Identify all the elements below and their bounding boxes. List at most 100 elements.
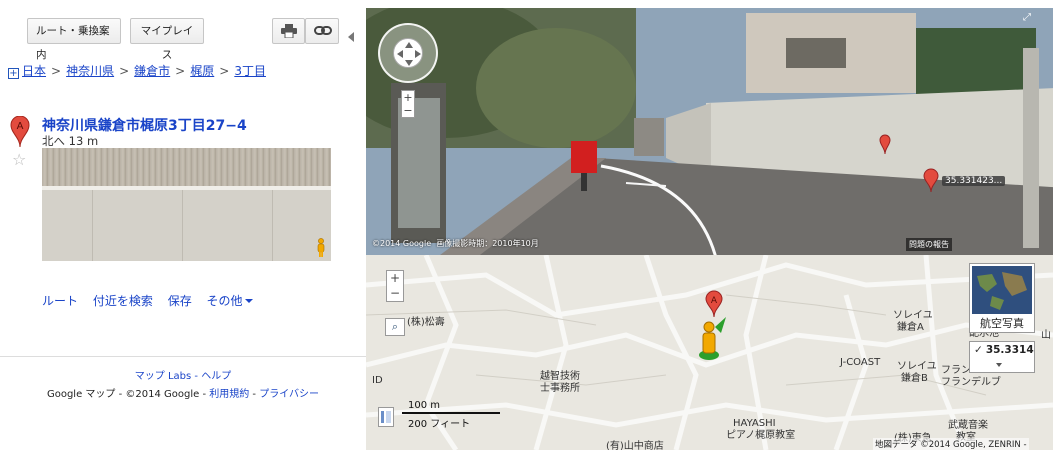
thumbnail-wall [42,190,331,261]
left-panel: ルート・乗換案内 マイプレイス + 日本 > 神奈川県 > 鎌倉市 > 梶原 >3丁目 [0,0,366,450]
scale-bar [402,412,500,414]
check-icon: ✓ [974,344,983,356]
thumbnail-seam [92,190,93,261]
coordinate-dropdown[interactable]: ✓ 35.3314 [969,341,1035,373]
street-view-zoom-control[interactable]: + − [401,90,415,118]
place-title[interactable]: 神奈川県鎌倉市梶原3丁目27−4 [42,115,247,135]
marker-a-icon[interactable]: A [10,116,30,148]
map-label-ya: 山 [1041,330,1051,341]
breadcrumb-3chome[interactable]: 3丁目 [234,64,266,78]
thumbnail-seam [182,190,183,261]
footer-copyright: Google マップ - ©2014 Google - 利用規約 - プライバシ… [0,385,366,400]
map-label-ochi-1: 越智技術 [540,371,580,382]
panel-toggle-graphic [381,411,391,423]
heading-distance: 北へ 13 m [42,134,99,148]
breadcrumb-separator: > [219,64,230,78]
map-label-hayashi-2: ピアノ梶原教室 [726,430,796,441]
print-button[interactable] [272,18,305,44]
toolbar: ルート・乗換案内 マイプレイス [0,8,366,61]
map-label-soleil-a-2: 鎌倉A [897,322,924,333]
breadcrumb-separator: > [119,64,130,78]
footer-dash: - [199,389,210,400]
thumbnail-wall-top [42,148,331,186]
breadcrumb-kajiwara[interactable]: 梶原 [190,64,214,78]
map-panel[interactable]: A + − ⌕ (株)松壽 ID 越智技術 士事務所 HAYASHI ピアノ梶原… [366,255,1053,450]
route-link[interactable]: ルート [42,294,78,308]
more-label: その他 [206,294,243,308]
zoom-out-button[interactable]: − [387,286,403,301]
panel-toggle-icon[interactable] [378,407,394,427]
map-zoom-control[interactable]: + − [386,270,404,302]
map-label-bottom: (有)山中商店 [606,441,664,450]
report-problem-link[interactable]: 問題の報告 [906,238,952,251]
printer-icon [281,24,297,39]
map-label-id: ID [372,375,383,386]
map-label-fran-2: フランデルブ [941,377,1001,388]
map-marker-letter: A [711,296,718,306]
footer-separator: - [191,371,202,382]
map-label-soleil-b-1: ソレイユ [897,361,937,372]
chevron-down-icon [244,299,253,303]
footer-links: マップ Labs - ヘルプ [0,367,366,382]
map-label-jcoast: J-COAST [840,357,881,368]
nearby-search-link[interactable]: 付近を検索 [93,294,153,308]
footer-dash: - [115,389,126,400]
street-view-panel[interactable]: + − ⤢ ©2014 Google 画像撮影時期：2010年10月 問題の報告 … [366,8,1053,255]
pegman-icon[interactable] [316,238,326,258]
privacy-link[interactable]: プライバシー [259,389,319,400]
breadcrumb-kanagawa[interactable]: 神奈川県 [66,64,114,78]
map-label-soleil-b-2: 鎌倉B [901,373,928,384]
map-copyright: 地図データ ©2014 Google, ZENRIN - [873,438,1029,450]
expand-icon[interactable]: ⤢ [1023,12,1043,24]
star-icon[interactable]: ☆ [12,150,26,169]
footer-dash: - [249,389,260,400]
street-view-navigation-control[interactable] [378,23,438,83]
route-transit-button[interactable]: ルート・乗換案内 [27,18,121,61]
breadcrumb-kamakura[interactable]: 鎌倉市 [134,64,170,78]
breadcrumb: + 日本 > 神奈川県 > 鎌倉市 > 梶原 >3丁目 [8,62,266,79]
satellite-label: 航空写真 [980,317,1024,330]
expand-plus-icon[interactable]: + [8,68,19,79]
zoom-in-button[interactable]: + [387,271,403,286]
place-actions: ルート 付近を検索 保存 その他 [42,292,264,309]
google-maps-app: ルート・乗換案内 マイプレイス + 日本 > 神奈川県 > 鎌倉市 > 梶原 >3丁目 [0,0,1053,450]
street-view-copyright: ©2014 Google 画像撮影時期：2010年10月 [372,238,539,249]
satellite-toggle[interactable]: 航空写真 [969,263,1035,333]
breadcrumb-separator: > [175,64,186,78]
more-dropdown[interactable]: その他 [207,294,253,308]
marker-letter: A [17,121,24,132]
scale-metric: 100 m [408,400,441,411]
magnifier-icon[interactable]: ⌕ [385,318,405,336]
thumbnail-seam [272,190,273,261]
street-view-scene [366,8,1053,255]
scale-imperial: 200 フィート [408,419,471,430]
satellite-thumbnail [972,266,1032,314]
map-label-musashi-1: 武蔵音楽 [948,420,988,431]
brand-text: Google マップ [46,389,116,400]
help-link[interactable]: ヘルプ [201,371,231,382]
pan-arrows-graphic [397,42,421,66]
labs-link[interactable]: マップ Labs [135,371,191,382]
map-label-soleil-a-1: ソレイユ [893,310,933,321]
breadcrumb-separator: > [51,64,62,78]
sv-capture-date: 画像撮影時期：2010年10月 [436,239,539,248]
save-link[interactable]: 保存 [168,294,192,308]
coordinate-value: 35.3314 [985,344,1034,356]
street-view-marker-label[interactable]: 35.331423... [942,176,1006,186]
chevron-down-icon [996,363,1002,367]
divider [0,356,366,357]
copyright-text: ©2014 Google [125,389,200,400]
breadcrumb-japan[interactable]: 日本 [22,64,46,78]
collapse-panel-icon[interactable] [348,32,354,42]
pan-arrows-icon[interactable] [393,38,423,68]
sv-copyright-text: ©2014 Google [372,239,432,248]
my-places-button[interactable]: マイプレイス [130,18,204,61]
terms-link[interactable]: 利用規約 [209,389,249,400]
map-label-fran-1: フラン [941,365,971,376]
streetview-thumbnail[interactable] [42,148,331,261]
link-button[interactable] [305,18,339,44]
map-label-hayashi-1: HAYASHI [733,418,776,429]
link-icon [314,26,332,35]
map-label-ochi-2: 士事務所 [540,383,580,394]
satellite-thumbnail-graphic [972,266,1032,314]
